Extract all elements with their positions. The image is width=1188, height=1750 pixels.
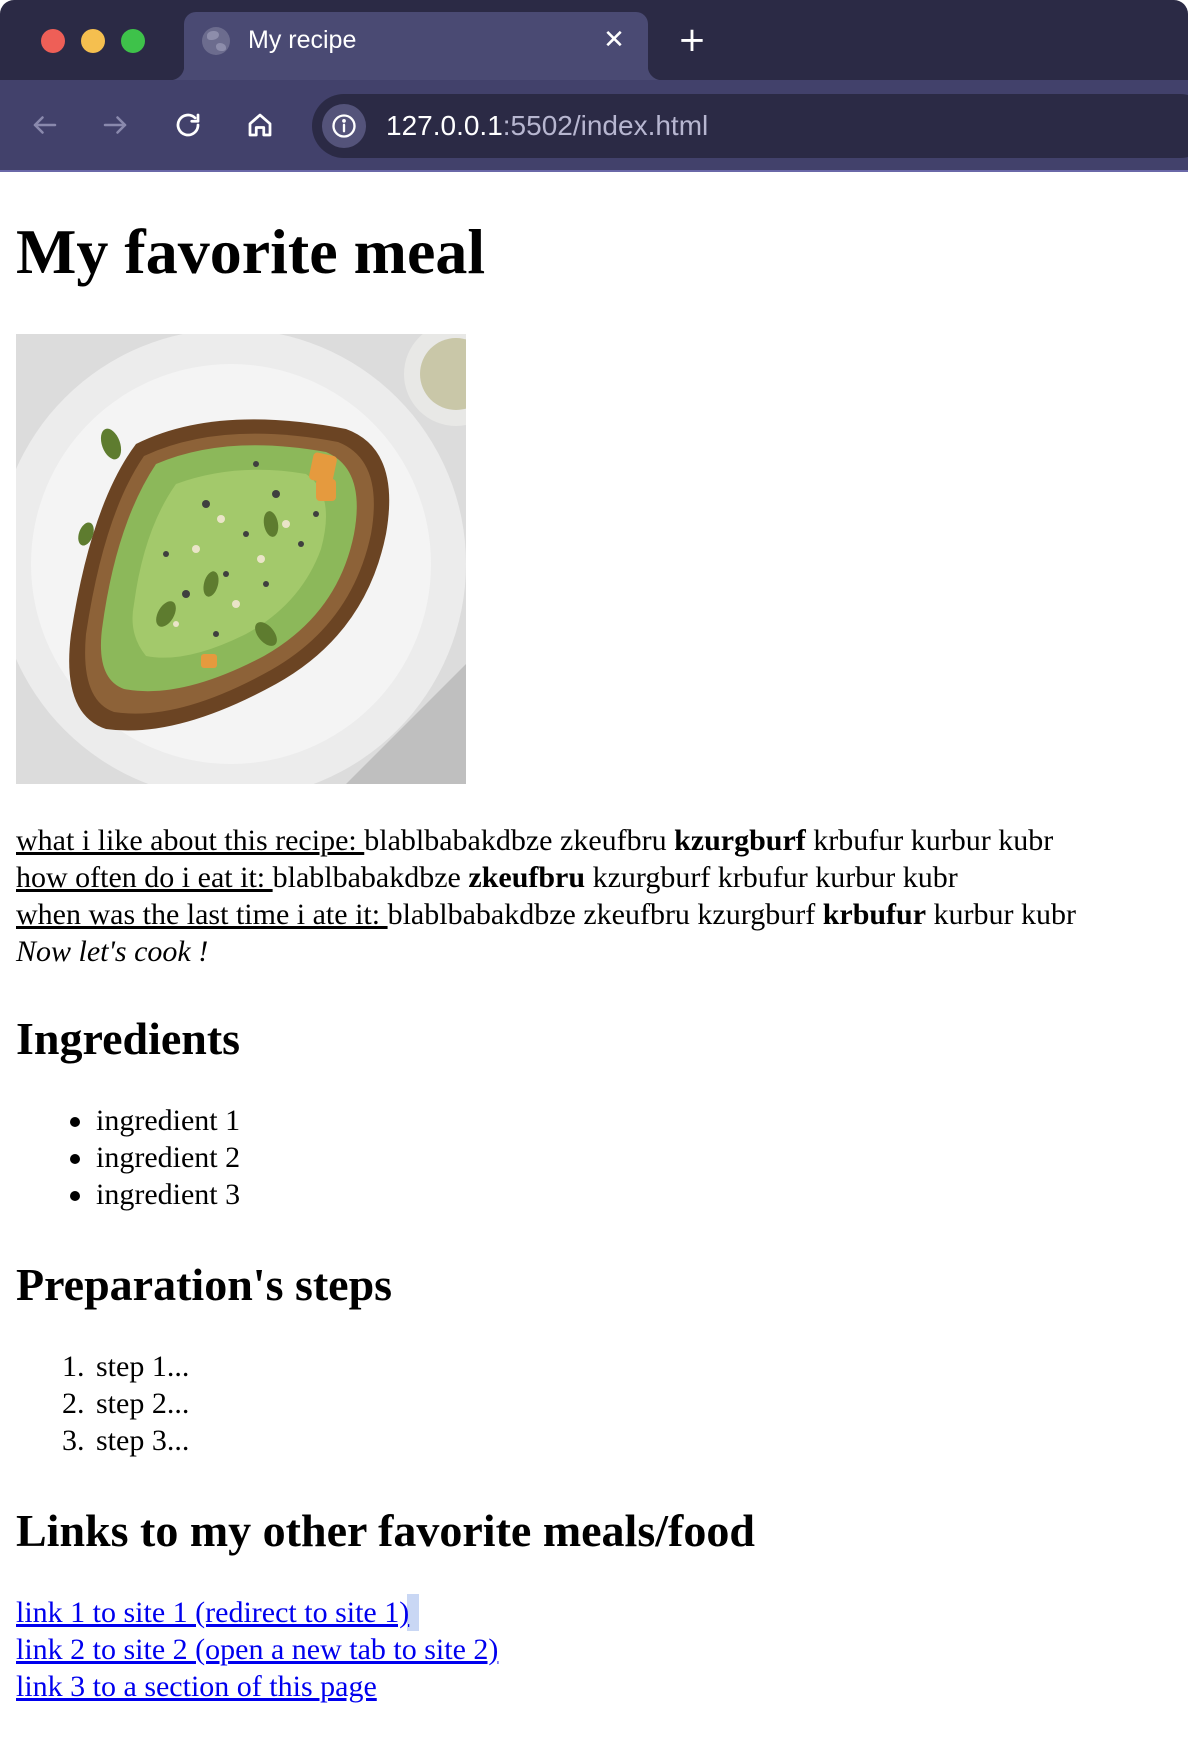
description-line-1: what i like about this recipe: blablbaba… [16,822,1076,859]
last-time-label: when was the last time i ate it: [16,898,388,931]
step-text: step 1... [96,1350,190,1383]
plus-icon[interactable]: + [672,20,712,60]
info-icon[interactable] [322,104,366,148]
links-list: link 1 to site 1 (redirect to site 1) li… [16,1594,498,1705]
avocado-toast-photo [16,334,466,784]
window-minimize-button[interactable] [81,29,105,53]
list-item: ingredient 1 [64,1102,240,1139]
step-number: 3. [62,1424,85,1457]
last-time-text: blablbabakdbze zkeufbru kzurgburf [387,898,823,931]
lets-cook-text: Now let's cook ! [16,935,209,968]
step-text: step 3... [96,1424,190,1457]
browser-toolbar: 127.0.0.1:5502/index.html [0,80,1188,172]
step-text: step 2... [96,1387,190,1420]
steps-heading: Preparation's steps [16,1259,393,1310]
list-item: 2. step 2... [62,1385,189,1422]
description-line-3: when was the last time i ate it: blablba… [16,896,1076,933]
last-time-bold: krbufur [822,898,927,931]
list-item: 3. step 3... [62,1422,189,1459]
close-icon[interactable]: ✕ [598,24,630,56]
step-number: 2. [62,1387,85,1420]
page-content: My favorite meal what i like about this … [0,174,1188,1750]
forward-button[interactable] [92,102,138,148]
frequency-text-end: kzurgburf krbufur kurbur kubr [585,861,958,894]
tab-title: My recipe [248,26,357,54]
globe-icon [202,27,230,55]
url-text: 127.0.0.1:5502/index.html [386,110,708,142]
page-title: My favorite meal [16,216,486,287]
arrow-right-icon [103,116,127,134]
like-label: what i like about this recipe: [16,824,365,857]
url-path: :5502/index.html [502,110,709,141]
link-site-1[interactable]: link 1 to site 1 (redirect to site 1) [16,1594,420,1631]
url-host: 127.0.0.1 [386,110,503,141]
frequency-label: how often do i eat it: [16,861,273,894]
link-site-2[interactable]: link 2 to site 2 (open a new tab to site… [16,1631,498,1668]
browser-titlebar: My recipe ✕ + [0,0,1188,80]
like-bold: kzurgburf [674,824,806,857]
home-button[interactable] [237,102,283,148]
list-item: ingredient 3 [64,1176,240,1213]
list-item: 1. step 1... [62,1348,189,1385]
reload-button[interactable] [165,102,211,148]
link-page-section[interactable]: link 3 to a section of this page [16,1668,377,1705]
active-tab[interactable]: My recipe ✕ [170,12,662,80]
home-icon [248,113,272,137]
last-time-text-end: kurbur kubr [926,898,1077,931]
like-text-end: krbufur kurbur kubr [805,824,1054,857]
back-button[interactable] [22,102,68,148]
reload-icon [176,113,200,137]
step-number: 1. [62,1350,85,1383]
address-bar[interactable]: 127.0.0.1:5502/index.html [312,94,1188,158]
arrow-left-icon [33,116,57,134]
list-item: ingredient 2 [64,1139,240,1176]
recipe-description: what i like about this recipe: blablbaba… [16,822,1076,970]
frequency-text: blablbabakdbze [272,861,469,894]
window-close-button[interactable] [41,29,65,53]
links-heading: Links to my other favorite meals/food [16,1505,755,1556]
ingredients-list: ingredient 1 ingredient 2 ingredient 3 [64,1102,240,1213]
ingredients-heading: Ingredients [16,1013,241,1064]
like-text: blablbabakdbze zkeufbru [364,824,675,857]
steps-list: 1. step 1... 2. step 2... 3. step 3... [62,1348,189,1459]
window-zoom-button[interactable] [121,29,145,53]
frequency-bold: zkeufbru [468,861,586,894]
description-line-2: how often do i eat it: blablbabakdbze zk… [16,859,1076,896]
